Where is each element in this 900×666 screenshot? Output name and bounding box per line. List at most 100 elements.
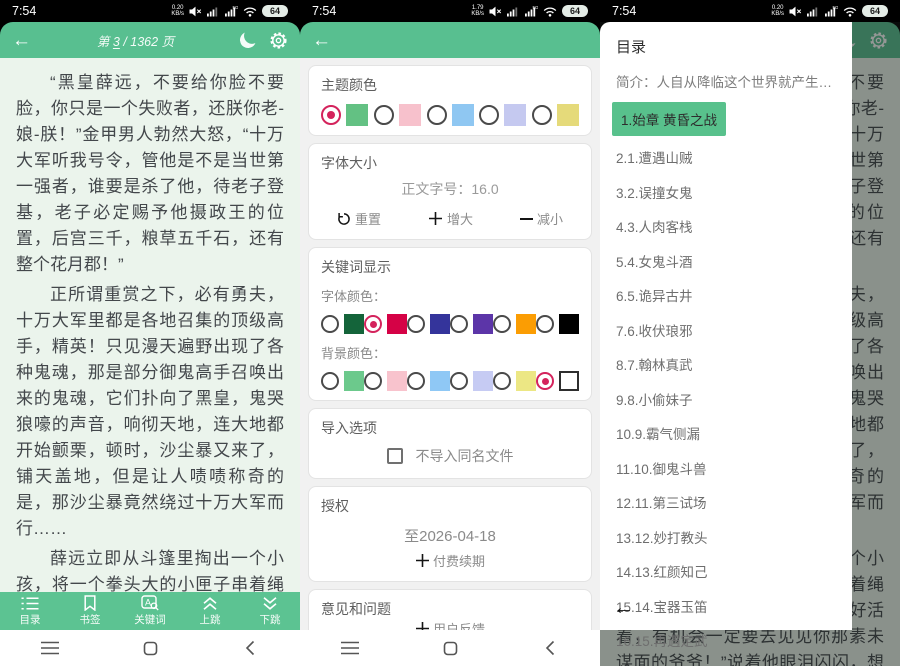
color-swatch[interactable] [516, 371, 536, 391]
radio-icon[interactable] [450, 315, 468, 333]
toolbar-jump-down[interactable]: 下跳 [240, 592, 300, 630]
radio-selected-icon[interactable] [364, 315, 382, 333]
toc-item[interactable]: 2.1.遭遇山贼 [616, 147, 838, 167]
color-swatch[interactable] [473, 371, 493, 391]
toc-item[interactable]: 6.5.诡异古井 [616, 285, 838, 305]
color-swatch[interactable] [344, 371, 364, 391]
back-arrow-icon[interactable]: ← [312, 31, 331, 50]
color-option[interactable] [493, 371, 536, 391]
radio-icon[interactable] [493, 315, 511, 333]
toc-intro-item[interactable]: 简介：人自从降临这个世界就产生了与之相… [616, 71, 838, 91]
toc-item[interactable]: 7.6.收伏琅邪 [616, 320, 838, 340]
color-swatch[interactable] [559, 371, 579, 391]
back-button[interactable] [500, 630, 600, 666]
color-swatch[interactable] [387, 371, 407, 391]
skip-duplicate-checkbox[interactable] [387, 448, 403, 464]
toc-item[interactable]: 9.8.小偷妹子 [616, 389, 838, 409]
button-label: 用户反馈 [433, 619, 485, 630]
radio-icon[interactable] [450, 372, 468, 390]
toc-back-arrow[interactable]: ← [613, 597, 634, 618]
back-button[interactable] [200, 630, 300, 666]
toc-item[interactable]: 3.2.误撞女鬼 [616, 182, 838, 202]
color-swatch[interactable] [399, 104, 421, 126]
color-option[interactable] [493, 314, 536, 334]
recents-button[interactable] [0, 630, 100, 666]
toc-item[interactable]: 16.15.再遇定武 [616, 630, 838, 650]
back-arrow-icon[interactable]: ← [12, 31, 31, 50]
toc-item[interactable]: 5.4.女鬼斗酒 [616, 251, 838, 271]
color-option[interactable] [427, 104, 474, 126]
color-swatch[interactable] [387, 314, 407, 334]
radio-selected-icon[interactable] [321, 105, 341, 125]
radio-icon[interactable] [427, 105, 447, 125]
bookmark-icon [83, 595, 97, 611]
color-option[interactable] [450, 314, 493, 334]
color-swatch[interactable] [473, 314, 493, 334]
page-indicator[interactable]: 第 3 / 1362 页 [31, 31, 240, 50]
radio-icon[interactable] [407, 372, 425, 390]
color-option[interactable] [479, 104, 526, 126]
radio-icon[interactable] [374, 105, 394, 125]
toolbar-keyword[interactable]: A关键词 [120, 592, 180, 630]
color-swatch[interactable] [557, 104, 579, 126]
toolbar-label: 上跳 [200, 612, 221, 627]
toc-item[interactable]: 4.3.人肉客栈 [616, 216, 838, 236]
radio-icon[interactable] [536, 315, 554, 333]
toc-item[interactable]: 14.13.红颜知己 [616, 561, 838, 581]
toc-item[interactable]: 15.14.宝器玉笛 [616, 596, 838, 616]
color-option[interactable] [407, 314, 450, 334]
settings-gear-icon[interactable] [269, 31, 288, 50]
radio-icon[interactable] [479, 105, 499, 125]
toolbar-jump-up[interactable]: 上跳 [180, 592, 240, 630]
decrease-font-button[interactable]: 减小 [520, 209, 563, 228]
radio-selected-icon[interactable] [536, 372, 554, 390]
toolbar-bookmark[interactable]: 书签 [60, 592, 120, 630]
color-option[interactable] [536, 314, 579, 334]
color-swatch[interactable] [430, 314, 450, 334]
radio-icon[interactable] [407, 315, 425, 333]
network-speed-indicator: 0.20KB/s [171, 5, 184, 17]
reset-font-button[interactable]: 重置 [337, 209, 381, 228]
jump-down-icon [262, 596, 278, 611]
color-option[interactable] [364, 371, 407, 391]
color-option[interactable] [532, 104, 579, 126]
home-button[interactable] [100, 630, 200, 666]
toc-item[interactable]: 13.12.妙打教头 [616, 527, 838, 547]
color-option[interactable] [407, 371, 450, 391]
radio-icon[interactable] [321, 372, 339, 390]
color-option[interactable] [536, 371, 579, 391]
color-swatch[interactable] [559, 314, 579, 334]
toc-item[interactable]: 11.10.御鬼斗兽 [616, 458, 838, 478]
font-size-buttons: 重置 增大 减小 [321, 209, 579, 230]
user-feedback-button[interactable]: 用户反馈 [321, 619, 579, 630]
night-mode-icon[interactable] [238, 30, 258, 50]
color-swatch[interactable] [516, 314, 536, 334]
toc-item[interactable]: 10.9.霸气侧漏 [616, 423, 838, 443]
radio-icon[interactable] [364, 372, 382, 390]
current-page[interactable]: 3 [113, 35, 120, 49]
toc-item-active[interactable]: 1.始章 黄昏之战 [612, 102, 726, 136]
home-button[interactable] [400, 630, 500, 666]
keyword-font-color-options [321, 314, 579, 334]
toc-item[interactable]: 12.11.第三试场 [616, 492, 838, 512]
color-swatch[interactable] [452, 104, 474, 126]
toc-item[interactable]: 8.7.翰林真武 [616, 354, 838, 374]
color-option[interactable] [321, 314, 364, 334]
color-option[interactable] [450, 371, 493, 391]
radio-icon[interactable] [493, 372, 511, 390]
color-option[interactable] [321, 104, 368, 126]
color-option[interactable] [364, 314, 407, 334]
radio-icon[interactable] [532, 105, 552, 125]
recents-button[interactable] [300, 630, 400, 666]
radio-icon[interactable] [321, 315, 339, 333]
renew-button[interactable]: 付费续期 [321, 551, 579, 570]
increase-font-button[interactable]: 增大 [428, 209, 473, 228]
toolbar-toc[interactable]: 目录 [0, 592, 60, 630]
color-swatch[interactable] [504, 104, 526, 126]
license-card: 授权 至2026-04-18 付费续期 [308, 486, 592, 582]
color-option[interactable] [374, 104, 421, 126]
color-swatch[interactable] [430, 371, 450, 391]
color-option[interactable] [321, 371, 364, 391]
color-swatch[interactable] [346, 104, 368, 126]
color-swatch[interactable] [344, 314, 364, 334]
